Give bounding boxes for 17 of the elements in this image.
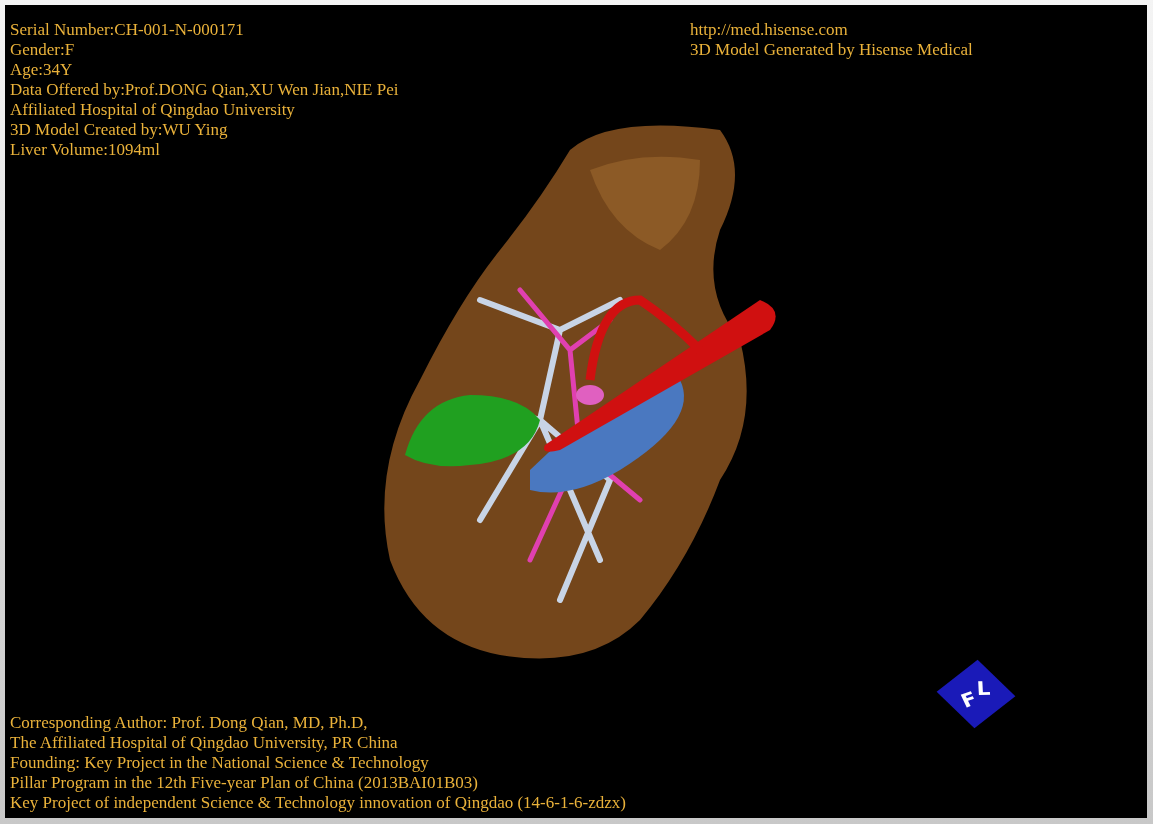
credit-text: Pillar Program in the 12th Five-year Plan of China (2013BAI01B03) (10, 773, 478, 793)
credit-text: The Affiliated Hospital of Qingdao University, PR China (10, 733, 398, 753)
info-text: Liver Volume:1094ml (10, 140, 160, 160)
3d-viewport[interactable] (5, 5, 1147, 818)
info-text: Age:34Y (10, 60, 73, 80)
credit-text: Founding: Key Project in the National Science & Technology (10, 753, 429, 773)
info-text: Gender:F (10, 40, 75, 60)
credit-text: Key Project of independent Science & Technology innovation of Qingdao (14-6-1-6-zdzx) (10, 793, 626, 813)
info-text: Serial Number:CH-001-N-000171 (10, 20, 244, 40)
info-text: Affiliated Hospital of Qingdao University (10, 100, 295, 120)
info-text: Data Offered by:Prof.DONG Qian,XU Wen Jian,NIE Pei (10, 80, 399, 100)
info-text: 3D Model Created by:WU Ying (10, 120, 228, 140)
orientation-cube[interactable]: F L (936, 659, 1016, 729)
credit-text: Corresponding Author: Prof. Dong Qian, MD, Ph.D, (10, 713, 368, 733)
info-text: 3D Model Generated by Hisense Medical (690, 40, 973, 60)
info-text: http://med.hisense.com (690, 20, 848, 40)
cube-face-label: L (976, 677, 992, 699)
